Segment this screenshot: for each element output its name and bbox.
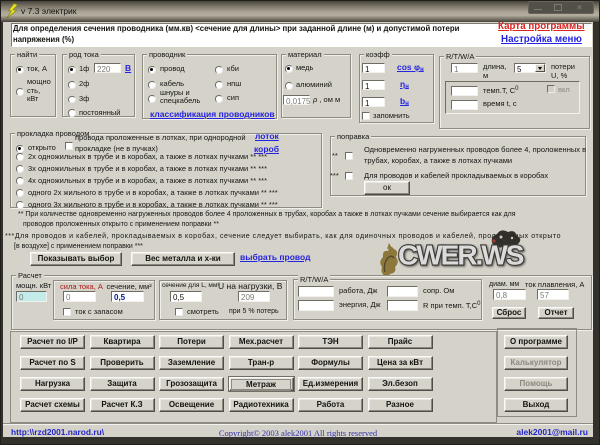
svg-text:CWER.WS: CWER.WS [398, 240, 524, 271]
